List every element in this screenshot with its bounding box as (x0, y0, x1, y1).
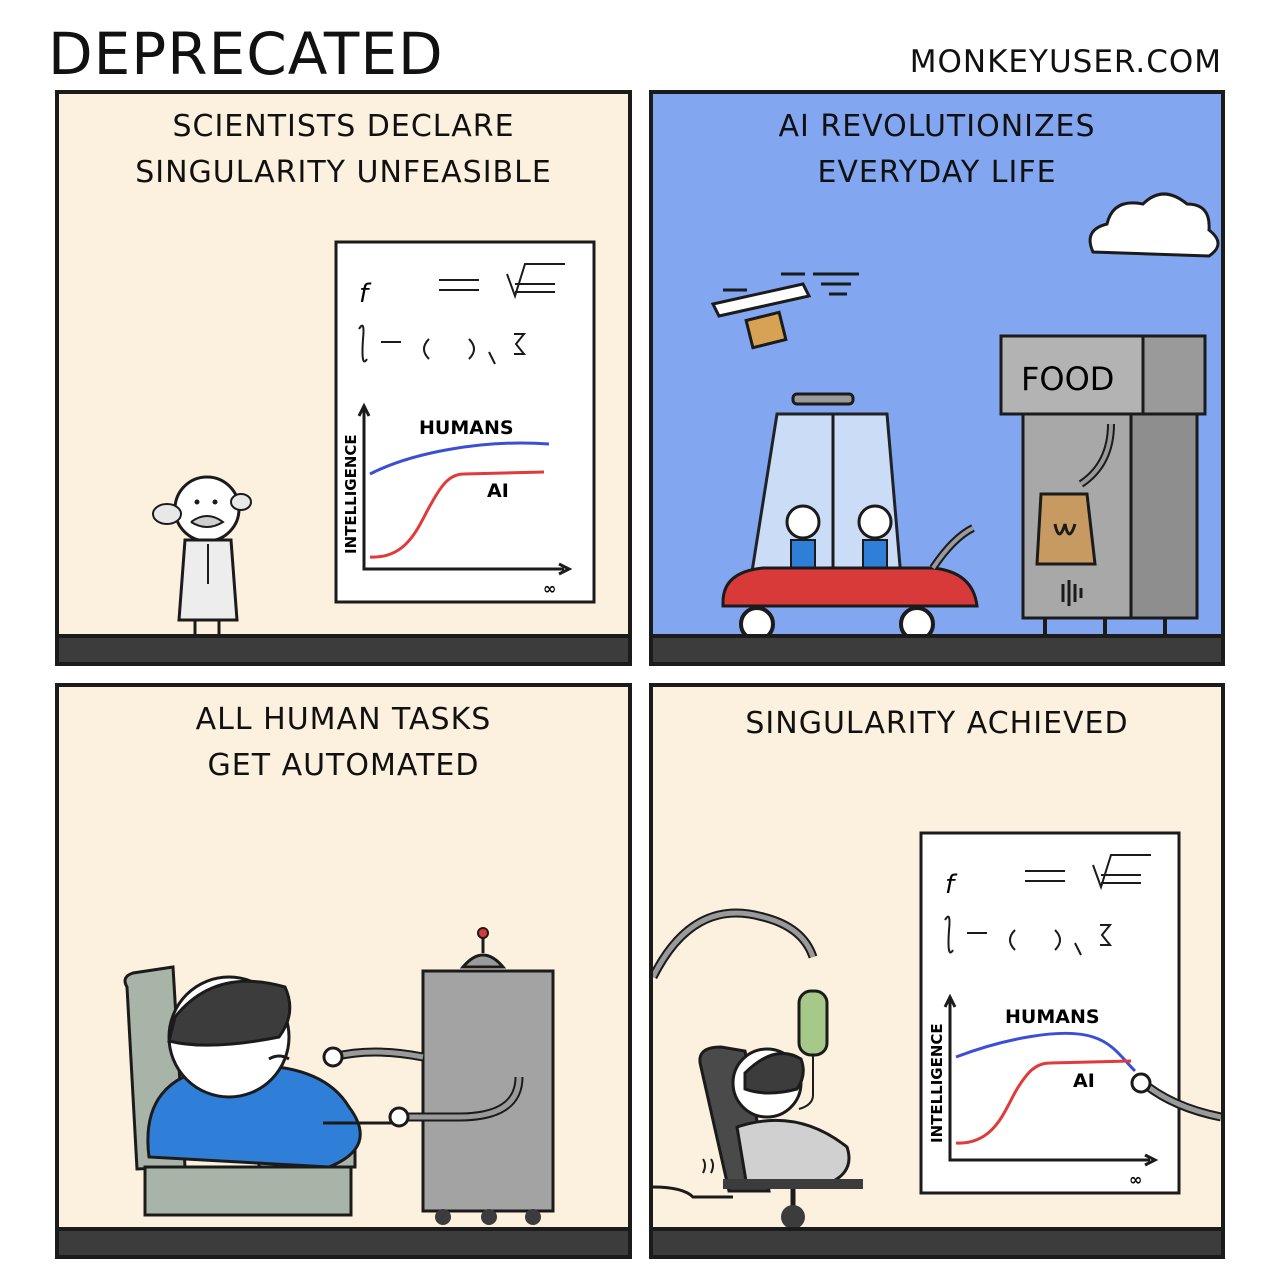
seated-person (653, 1045, 863, 1229)
panel-4: SINGULARITY ACHIEVED f HUMANS AI INTELLI… (649, 683, 1225, 1259)
ai-label: AI (487, 480, 509, 502)
feeding-robot (322, 927, 555, 1225)
panel-1: SCIENTISTS DECLARE SINGULARITY UNFEASIBL… (55, 90, 632, 666)
delivery-drone (710, 272, 859, 350)
food-machine: FOOD (999, 334, 1207, 644)
humans-label: HUMANS (1005, 1006, 1100, 1028)
ground (59, 1227, 628, 1255)
whiteboard: f HUMANS AI INTELLIGENCE ∞ (334, 240, 596, 604)
whiteboard: f HUMANS AI INTELLIGENCE ∞ (919, 831, 1181, 1195)
site-name: MONKEYUSER.COM (909, 44, 1222, 80)
panel-1-art: f HUMANS AI INTELLIGENCE ∞ (152, 240, 596, 646)
ground (653, 1227, 1221, 1255)
panel-2: AI REVOLUTIONIZES EVERYDAY LIFE FOOD (649, 90, 1225, 666)
x-axis-label: ∞ (1129, 1170, 1142, 1189)
panel-2-art: FOOD (710, 192, 1220, 644)
ai-label: AI (1073, 1070, 1095, 1092)
ground (59, 634, 628, 662)
vr-person (146, 975, 362, 1169)
humans-label: HUMANS (419, 417, 514, 439)
y-axis-label: INTELLIGENCE (928, 1023, 946, 1143)
ground (653, 634, 1221, 662)
panel-4-art: f HUMANS AI INTELLIGENCE ∞ (653, 831, 1221, 1229)
scientist-figure (152, 475, 252, 646)
self-driving-car (721, 392, 979, 642)
panel-3: ALL HUMAN TASKS GET AUTOMATED (55, 683, 632, 1259)
panel-3-art (123, 927, 555, 1225)
x-axis-label: ∞ (543, 579, 556, 598)
food-sign: FOOD (1021, 360, 1114, 398)
comic-title: DEPRECATED (48, 20, 444, 88)
y-axis-label: INTELLIGENCE (342, 434, 360, 554)
cloud (1088, 192, 1220, 258)
